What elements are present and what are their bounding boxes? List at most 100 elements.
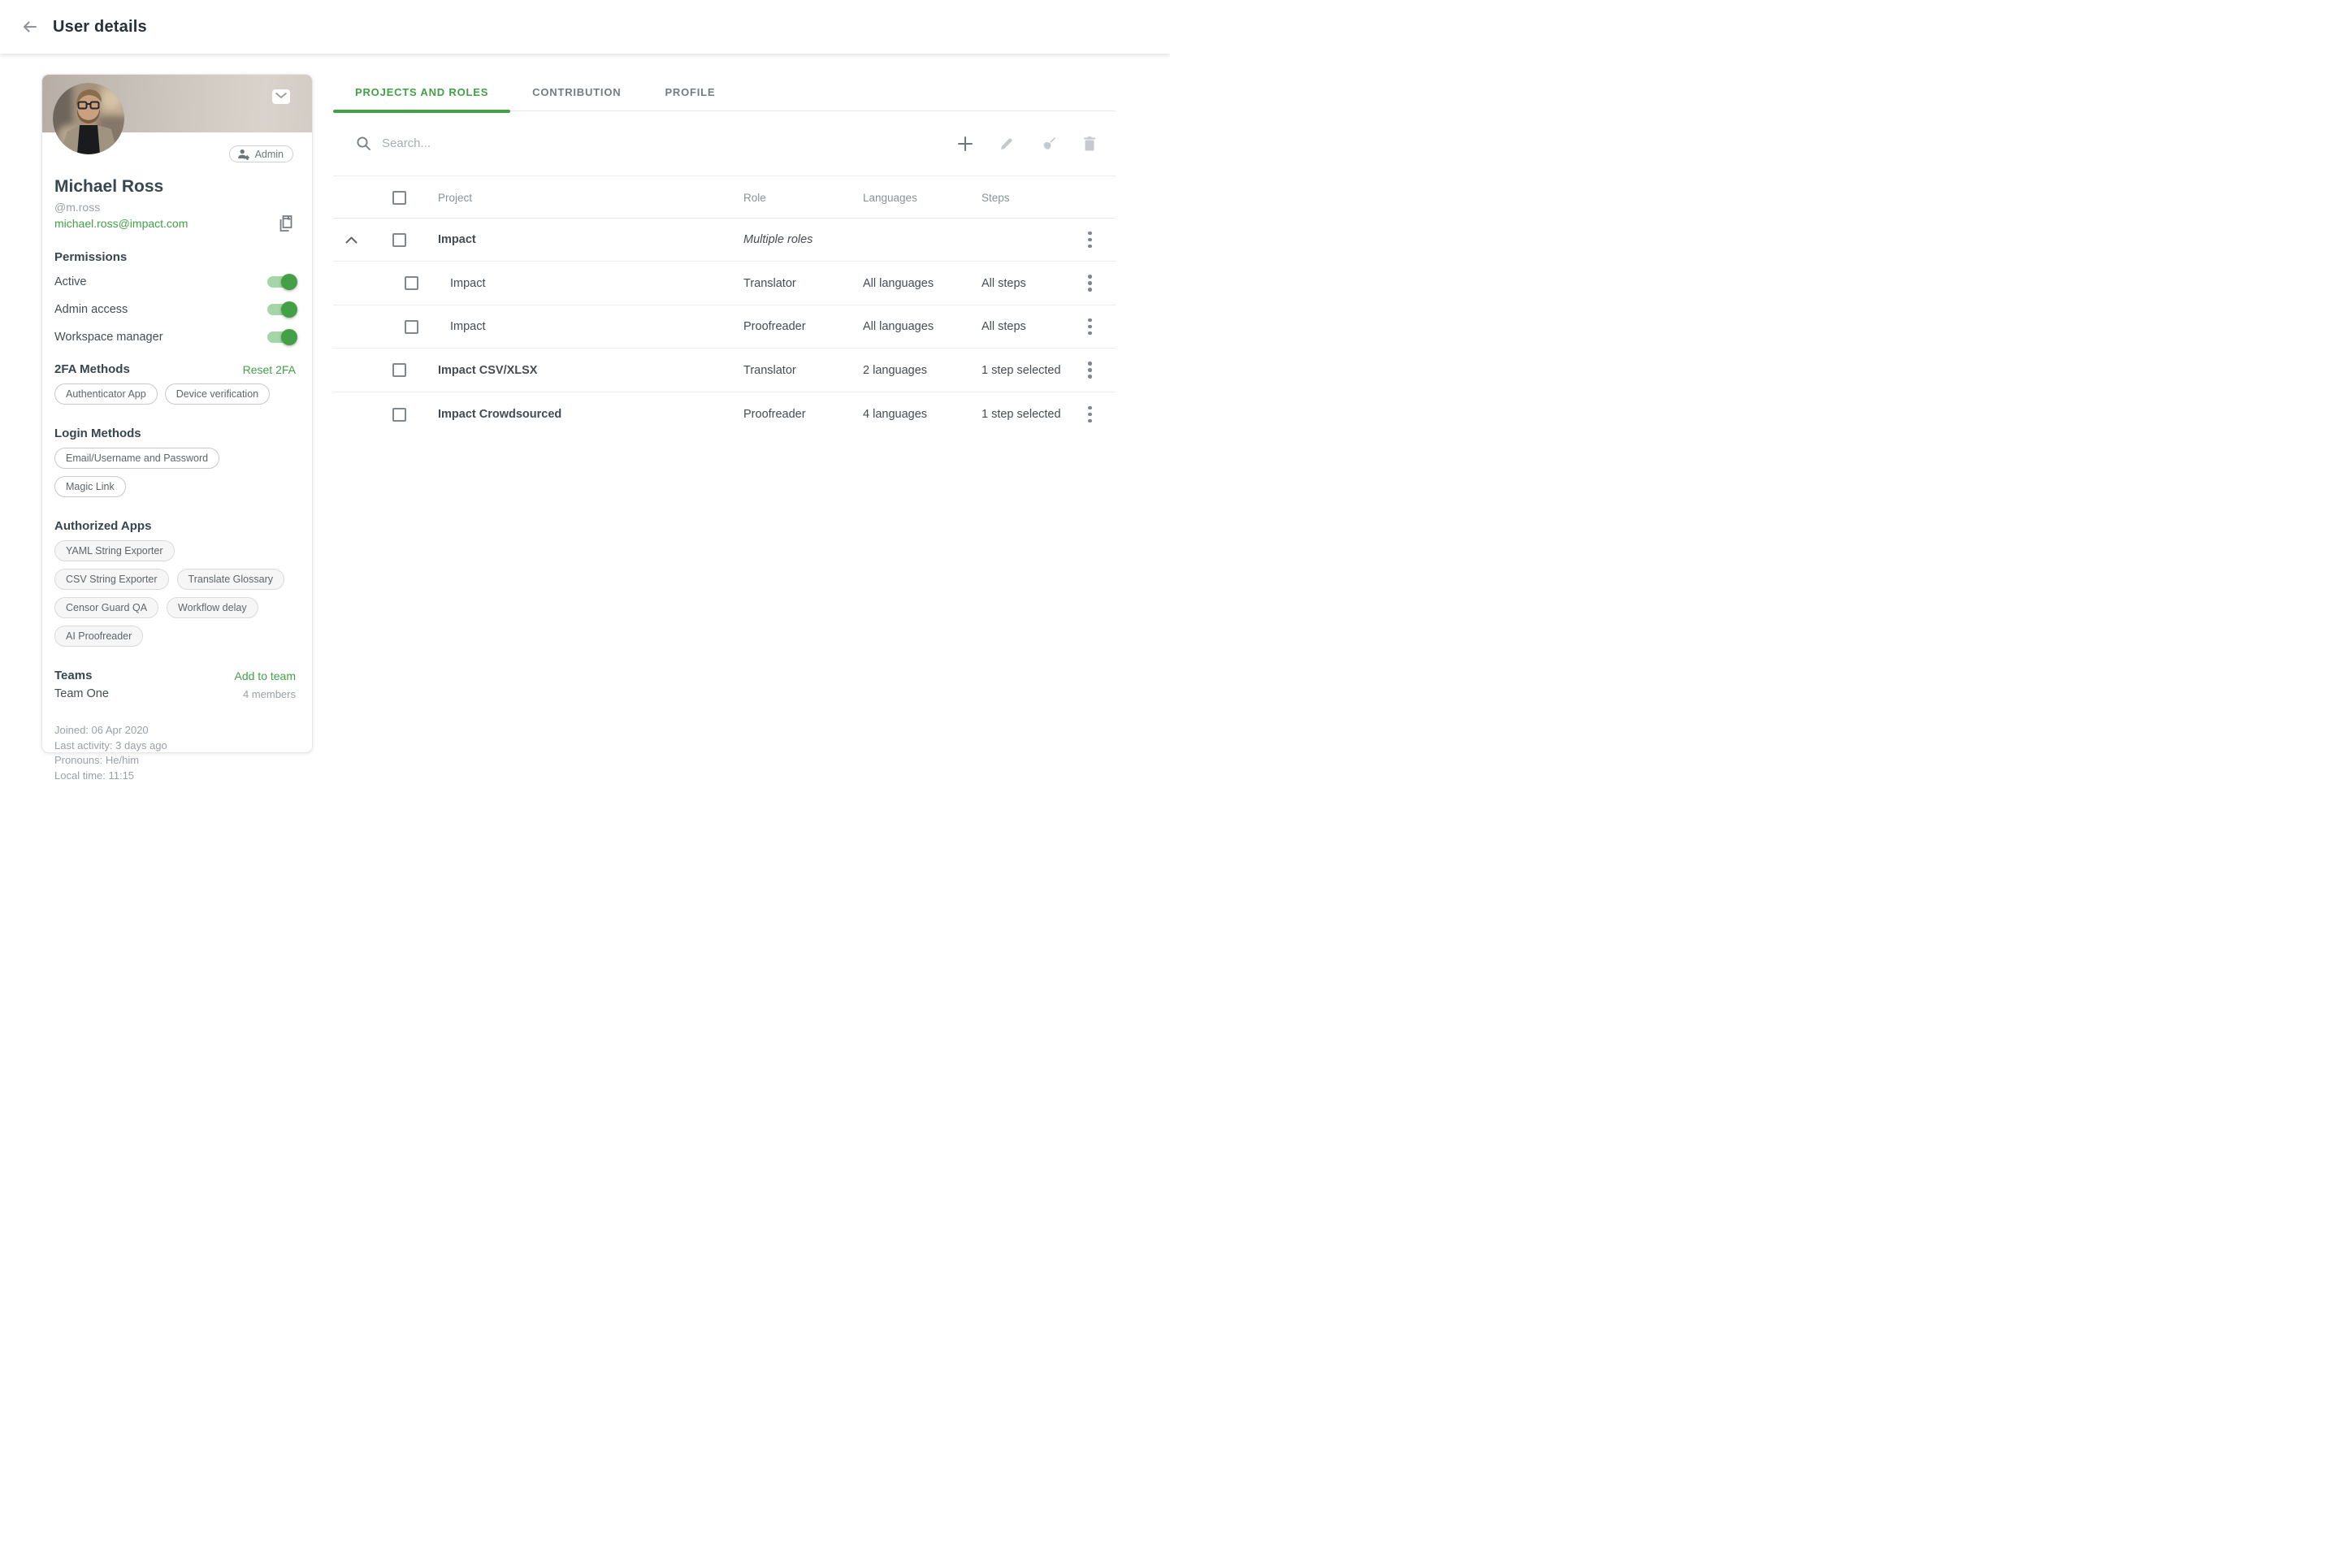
permission-row-workspace-manager: Workspace manager: [54, 327, 296, 347]
permission-label: Admin access: [54, 303, 128, 316]
authorized-app-chip: AI Proofreader: [54, 626, 143, 647]
table-row: Impact Translator All languages All step…: [333, 262, 1116, 305]
project-name: Impact CSV/XLSX: [438, 349, 537, 392]
row-menu-button[interactable]: [1085, 271, 1095, 295]
copy-email-button[interactable]: [278, 215, 294, 232]
add-to-team-link[interactable]: Add to team: [235, 669, 297, 682]
back-button[interactable]: [17, 15, 41, 39]
column-header-project: Project: [438, 176, 472, 219]
table-row: Impact Proofreader All languages All ste…: [333, 305, 1116, 349]
meta-local-time: Local time: 11:15: [54, 769, 296, 784]
column-header-role: Role: [743, 176, 766, 219]
row-checkbox[interactable]: [392, 363, 406, 377]
tab-label: PROJECTS AND ROLES: [355, 86, 488, 98]
authorized-app-chip: Translate Glossary: [177, 569, 284, 590]
admin-badge-label: Admin: [255, 149, 284, 160]
table-row: Impact CSV/XLSX Translator 2 languages 1…: [333, 349, 1116, 392]
admin-user-icon: [237, 149, 250, 160]
collapse-group-button[interactable]: [341, 230, 361, 249]
row-menu-button[interactable]: [1085, 403, 1095, 427]
meta-last-activity: Last activity: 3 days ago: [54, 739, 296, 754]
project-steps: All steps: [982, 305, 1026, 348]
project-role: Multiple roles: [743, 219, 812, 261]
permissions-heading: Permissions: [54, 250, 296, 264]
twofa-chip: Authenticator App: [54, 383, 158, 405]
permission-label: Workspace manager: [54, 331, 163, 344]
login-method-chip: Email/Username and Password: [54, 448, 219, 469]
detail-tabs: PROJECTS AND ROLES CONTRIBUTION PROFILE: [333, 72, 1116, 111]
plus-icon: [957, 136, 973, 152]
meta-pronouns: Pronouns: He/him: [54, 753, 296, 769]
tab-profile[interactable]: PROFILE: [643, 72, 737, 111]
column-header-languages: Languages: [863, 176, 917, 219]
admin-badge: Admin: [229, 145, 293, 162]
user-name: Michael Ross: [54, 177, 296, 197]
tab-label: PROFILE: [665, 86, 715, 98]
user-email-link[interactable]: michael.ross@impact.com: [54, 217, 188, 230]
project-languages: All languages: [863, 305, 934, 348]
project-steps: All steps: [982, 262, 1026, 305]
delete-button[interactable]: [1081, 135, 1098, 153]
add-button[interactable]: [956, 135, 974, 153]
active-toggle[interactable]: [267, 276, 295, 288]
table-header: Project Role Languages Steps: [333, 176, 1116, 219]
table-row: Impact Multiple roles: [333, 219, 1116, 262]
user-handle: @m.ross: [54, 201, 296, 214]
user-details-page: User details: [0, 0, 1170, 784]
twofa-chip: Device verification: [165, 383, 270, 405]
authorized-app-chip: Workflow delay: [167, 597, 258, 618]
page-title: User details: [53, 18, 147, 37]
authorized-app-chip: YAML String Exporter: [54, 540, 175, 561]
admin-access-toggle[interactable]: [267, 304, 295, 315]
workspace-manager-toggle[interactable]: [267, 331, 295, 343]
project-name: Impact: [450, 305, 486, 348]
send-email-button[interactable]: [272, 89, 290, 104]
project-steps: 1 step selected: [982, 349, 1061, 392]
team-member-count: 4 members: [243, 688, 296, 700]
row-menu-button[interactable]: [1085, 228, 1095, 252]
project-languages: 2 languages: [863, 349, 927, 392]
pencil-icon: [999, 136, 1015, 152]
row-checkbox[interactable]: [405, 320, 418, 334]
tab-contribution[interactable]: CONTRIBUTION: [510, 72, 643, 111]
project-role: Translator: [743, 262, 796, 305]
arrow-left-icon: [21, 19, 37, 35]
reset-2fa-link[interactable]: Reset 2FA: [243, 363, 296, 376]
project-name: Impact: [450, 262, 486, 305]
app-bar: User details: [0, 0, 1170, 54]
permission-row-admin-access: Admin access: [54, 300, 296, 319]
teams-heading: Teams: [54, 669, 92, 682]
search-input[interactable]: [382, 136, 723, 150]
row-checkbox[interactable]: [405, 276, 418, 290]
column-header-steps: Steps: [982, 176, 1010, 219]
team-list-item: Team One 4 members: [54, 687, 296, 700]
user-card: Admin Michael Ross @m.ross michael.ross@…: [41, 74, 313, 753]
search-icon: [356, 136, 371, 151]
table-row: Impact Crowdsourced Proofreader 4 langua…: [333, 392, 1116, 436]
row-checkbox[interactable]: [392, 408, 406, 422]
project-role: Translator: [743, 349, 796, 392]
twofa-heading: 2FA Methods: [54, 362, 130, 376]
row-menu-button[interactable]: [1085, 358, 1095, 382]
permission-label: Active: [54, 275, 87, 288]
authorized-apps-heading: Authorized Apps: [54, 519, 296, 533]
select-all-checkbox[interactable]: [392, 191, 406, 205]
envelope-icon: [275, 92, 288, 102]
tab-projects-and-roles[interactable]: PROJECTS AND ROLES: [333, 72, 510, 111]
edit-button[interactable]: [998, 135, 1016, 153]
permission-row-active: Active: [54, 272, 296, 292]
login-method-chip: Magic Link: [54, 476, 126, 497]
project-languages: All languages: [863, 262, 934, 305]
project-role: Proofreader: [743, 305, 806, 348]
avatar: [53, 83, 124, 154]
broom-icon: [1040, 135, 1057, 152]
tab-label: CONTRIBUTION: [532, 86, 621, 98]
table-toolbar: [333, 111, 1116, 176]
project-name: Impact Crowdsourced: [438, 392, 561, 436]
clear-roles-button[interactable]: [1039, 135, 1057, 153]
chevron-up-icon: [345, 236, 358, 244]
team-name: Team One: [54, 687, 109, 700]
row-menu-button[interactable]: [1085, 315, 1095, 339]
user-meta-block: Joined: 06 Apr 2020 Last activity: 3 day…: [54, 723, 296, 784]
row-checkbox[interactable]: [392, 233, 406, 247]
